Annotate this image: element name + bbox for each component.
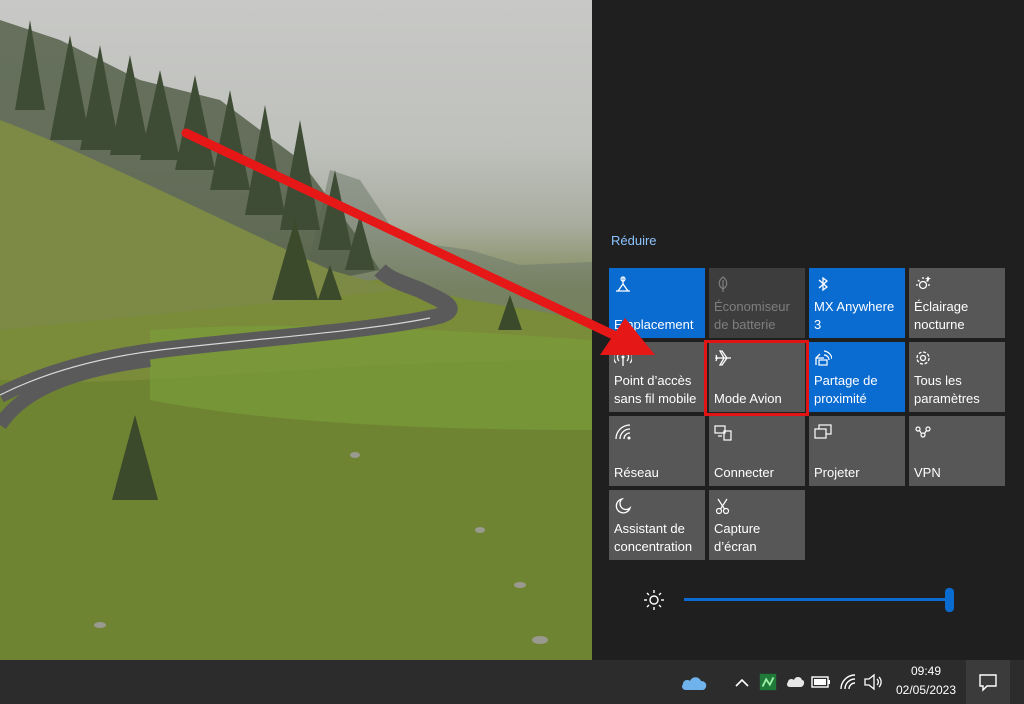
brightness-slider-thumb[interactable] <box>945 588 954 612</box>
brightness-slider-track[interactable] <box>684 598 950 601</box>
desktop-wallpaper <box>0 0 592 660</box>
location-icon <box>616 276 630 292</box>
tile-vpn[interactable]: VPN <box>909 416 1005 486</box>
tile-all-settings[interactable]: Tous les paramètres <box>909 342 1005 412</box>
battery-icon[interactable] <box>810 672 832 692</box>
tile-focus-assist[interactable]: Assistant de concentration <box>609 490 705 560</box>
clock[interactable]: 09:49 02/05/2023 <box>890 662 962 702</box>
cloud-icon[interactable] <box>785 672 805 692</box>
onedrive-cloud-icon[interactable] <box>680 673 708 693</box>
notification-center-button[interactable] <box>966 660 1010 704</box>
clock-date: 02/05/2023 <box>895 683 957 697</box>
app-tray-icon[interactable] <box>757 672 779 692</box>
connect-icon <box>714 425 732 441</box>
tile-mobile-hotspot[interactable]: Point d’accès sans fil mobile <box>609 342 705 412</box>
tile-label: Éclairage nocturne <box>914 299 969 332</box>
collapse-link[interactable]: Réduire <box>611 233 657 248</box>
tile-label: Réseau <box>614 465 659 480</box>
nearby-share-icon <box>815 350 832 366</box>
tile-battery-saver: Économiseur de batterie <box>709 268 805 338</box>
vpn-icon <box>915 426 931 438</box>
tile-label: Point d’accès sans fil mobile <box>614 373 697 406</box>
tile-nearby-sharing[interactable]: Partage de proximité <box>809 342 905 412</box>
tile-label: Projeter <box>814 465 860 480</box>
tile-label: Tous les paramètres <box>914 373 980 406</box>
tile-location[interactable]: Emplacement <box>609 268 705 338</box>
tile-screen-snip[interactable]: Capture d’écran <box>709 490 805 560</box>
clock-time: 09:49 <box>910 664 942 678</box>
snip-icon <box>715 498 730 515</box>
notification-icon <box>979 674 997 692</box>
tile-bluetooth[interactable]: MX Anywhere 3 <box>809 268 905 338</box>
taskbar: 09:49 02/05/2023 <box>0 660 1024 704</box>
airplane-icon <box>715 350 731 366</box>
tile-label: Mode Avion <box>714 391 782 406</box>
tile-label: Économiseur de batterie <box>714 299 790 332</box>
chevron-up-icon[interactable] <box>734 672 750 692</box>
wifi-icon <box>615 424 631 440</box>
night-light-icon <box>916 276 931 290</box>
tile-connect[interactable]: Connecter <box>709 416 805 486</box>
tile-network[interactable]: Réseau <box>609 416 705 486</box>
tile-label: Partage de proximité <box>814 373 878 406</box>
tile-label: MX Anywhere 3 <box>814 299 895 332</box>
gear-icon <box>916 351 930 365</box>
battery-leaf-icon <box>718 276 728 292</box>
tile-label: Capture d’écran <box>714 521 761 554</box>
tile-label: Connecter <box>714 465 774 480</box>
tile-project[interactable]: Projeter <box>809 416 905 486</box>
tile-label: Assistant de concentration <box>614 521 693 554</box>
tile-night-light[interactable]: Éclairage nocturne <box>909 268 1005 338</box>
volume-icon[interactable] <box>862 672 884 692</box>
project-icon <box>814 424 832 439</box>
bluetooth-icon <box>818 276 829 292</box>
wifi-tray-icon[interactable] <box>838 672 858 692</box>
brightness-icon <box>644 590 664 610</box>
moon-icon <box>615 497 632 514</box>
tile-label: VPN <box>914 465 941 480</box>
tile-label: Emplacement <box>614 317 694 332</box>
tile-airplane-mode[interactable]: Mode Avion <box>709 342 805 412</box>
hotspot-icon <box>614 350 632 366</box>
